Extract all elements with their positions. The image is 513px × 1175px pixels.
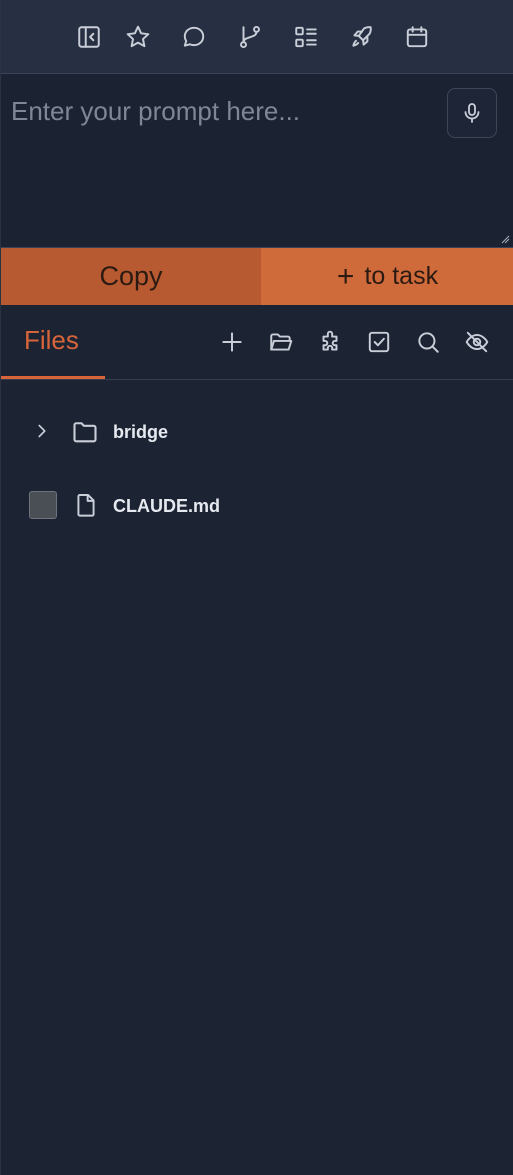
top-toolbar (1, 0, 513, 74)
puzzle-icon[interactable] (315, 327, 345, 357)
copy-button[interactable]: Copy (1, 248, 261, 305)
folder-icon (73, 422, 97, 443)
star-icon[interactable] (123, 22, 153, 52)
tab-files-label: Files (24, 325, 79, 355)
prompt-area (1, 74, 513, 248)
git-branch-icon[interactable] (235, 22, 265, 52)
sidebar-collapse-icon[interactable] (74, 22, 104, 52)
add-to-task-label: to task (364, 262, 439, 290)
list-icon[interactable] (291, 22, 321, 52)
new-file-plus-icon[interactable] (217, 327, 247, 357)
rocket-icon[interactable] (347, 22, 377, 52)
folder-open-icon[interactable] (266, 327, 296, 357)
plus-icon: + (336, 259, 355, 293)
file-label: CLAUDE.md (113, 495, 220, 516)
calendar-icon[interactable] (402, 22, 432, 52)
chevron-right-icon[interactable] (31, 420, 53, 442)
microphone-button[interactable] (447, 88, 497, 138)
tab-files[interactable]: Files (1, 305, 105, 379)
microphone-icon (464, 103, 480, 123)
chat-icon[interactable] (179, 22, 209, 52)
tree-folder-row[interactable]: bridge (1, 410, 513, 454)
sidebar-panel: Copy + to task Files bridge (0, 0, 513, 1175)
file-icon (77, 494, 95, 517)
checkbox-icon[interactable] (364, 327, 394, 357)
copy-button-label: Copy (99, 261, 163, 291)
tree-file-row[interactable]: CLAUDE.md (1, 484, 513, 528)
folder-label: bridge (113, 421, 169, 442)
file-checkbox[interactable] (29, 491, 57, 519)
files-header: Files (1, 305, 513, 380)
add-to-task-button[interactable]: + to task (261, 248, 513, 305)
search-icon[interactable] (413, 327, 443, 357)
eye-off-icon[interactable] (462, 327, 492, 357)
prompt-input[interactable] (1, 74, 441, 246)
resize-handle[interactable] (500, 234, 510, 244)
